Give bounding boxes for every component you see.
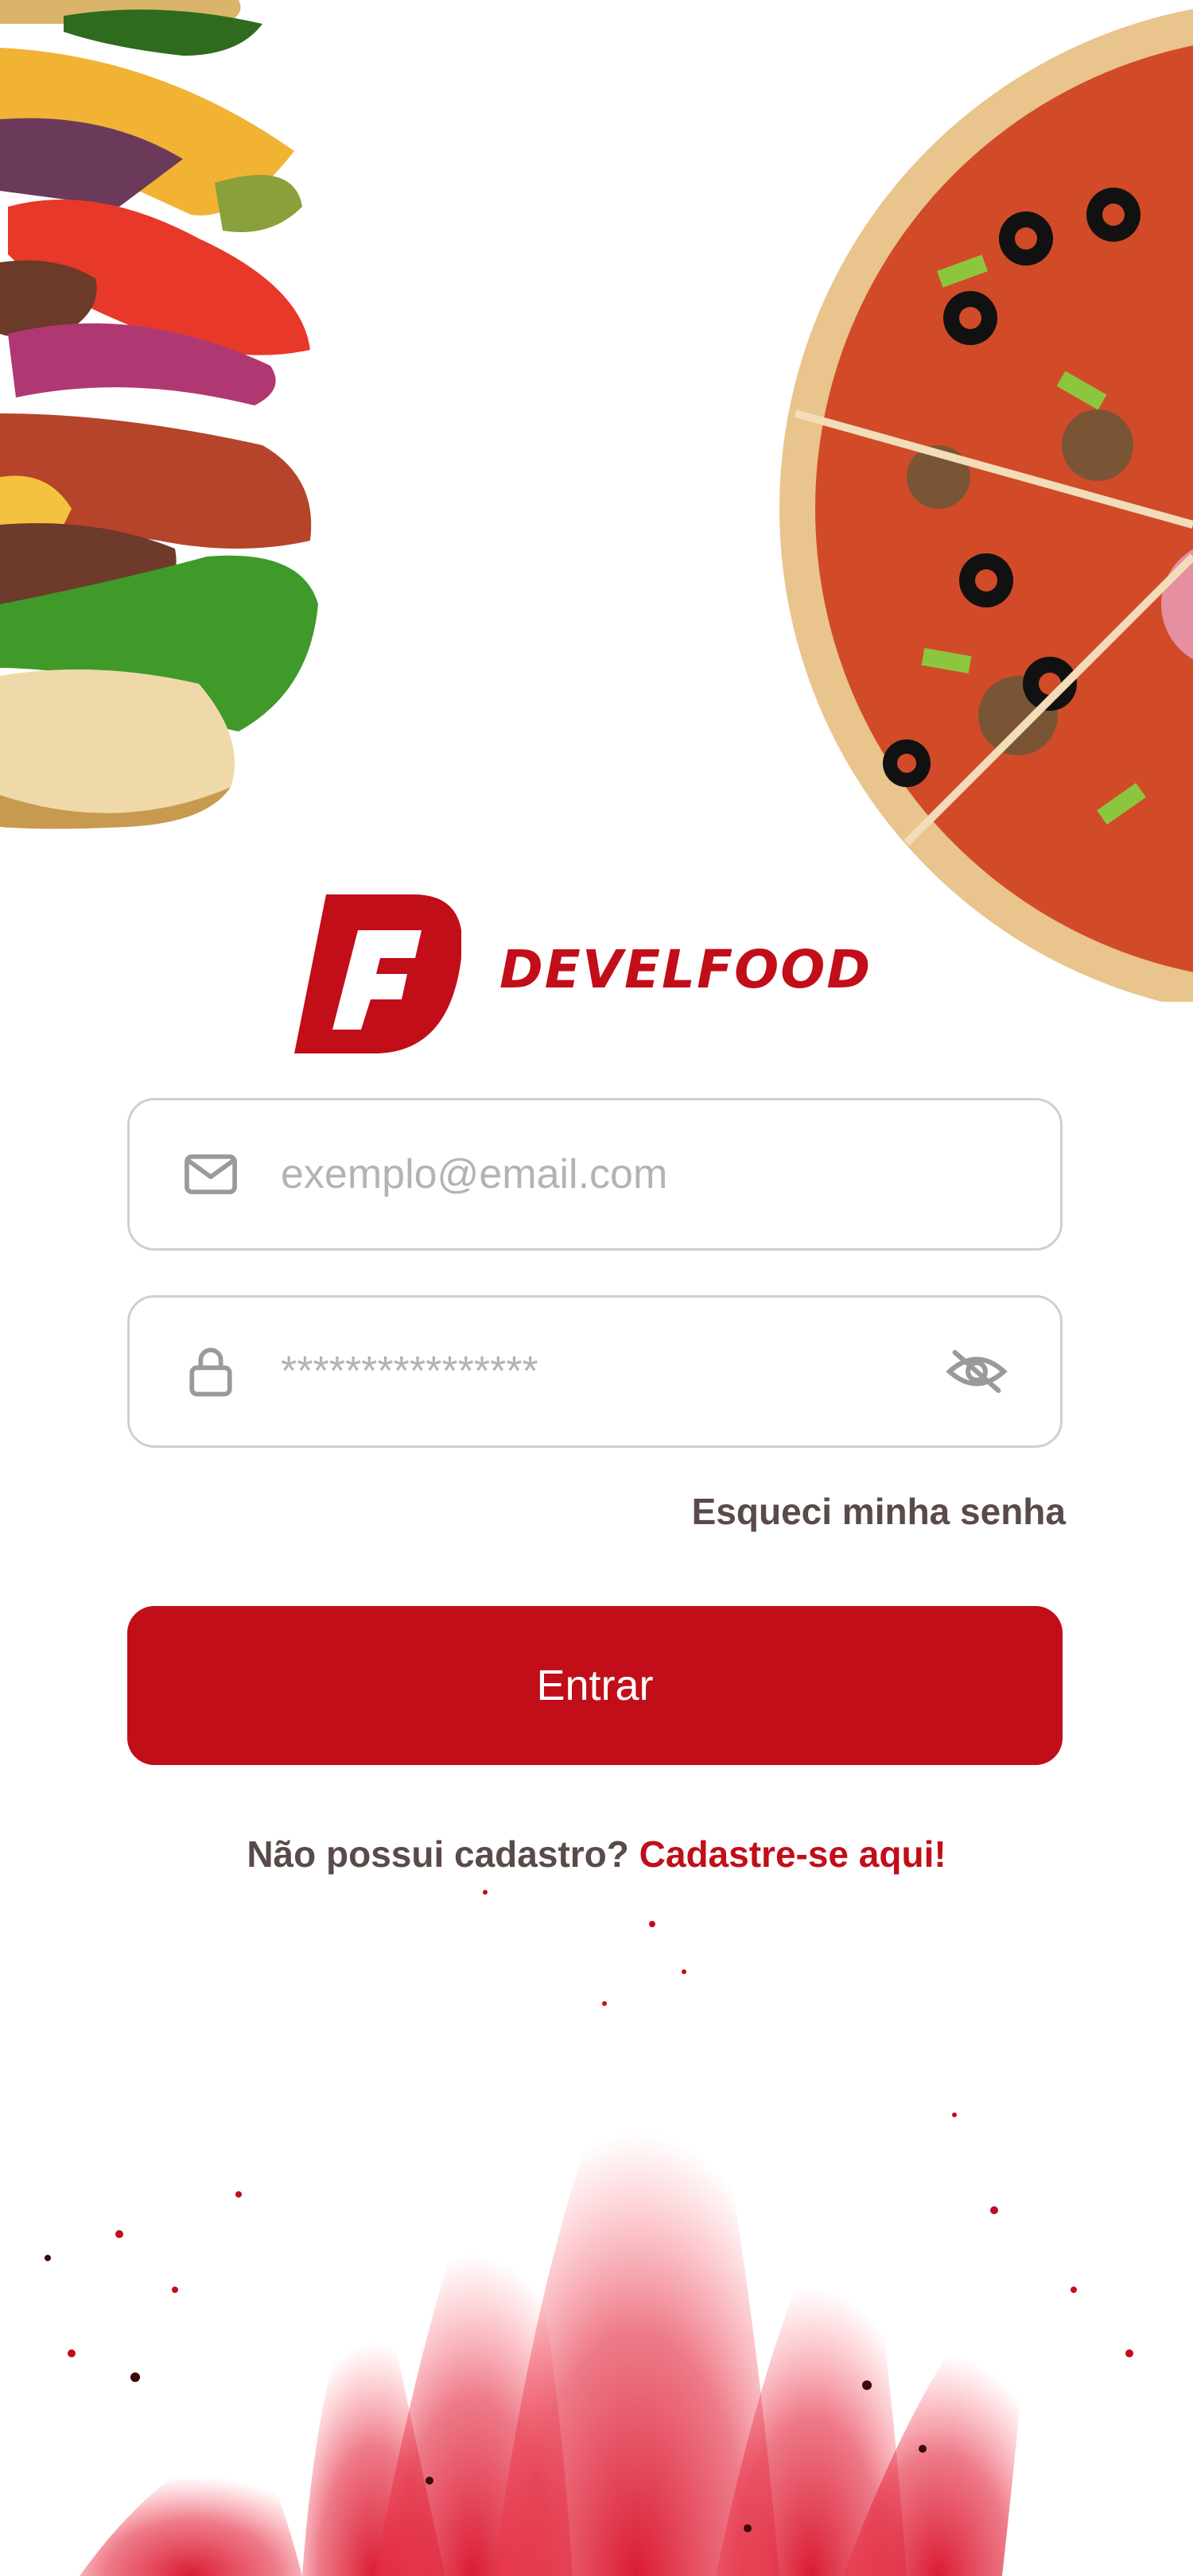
mail-icon [185, 1154, 237, 1195]
lock-icon [189, 1348, 232, 1397]
pizza-illustration [779, 9, 1193, 1002]
brand-logo: DEVELFOOD [294, 894, 870, 1057]
password-input[interactable] [281, 1336, 917, 1407]
red-powder-splash [45, 1890, 1133, 2576]
signup-prompt-text: Não possui cadastro? [247, 1833, 629, 1875]
burger-illustration [0, 0, 318, 829]
login-button[interactable]: Entrar [127, 1606, 1063, 1765]
logo-mark-icon [294, 894, 461, 1053]
forgot-password-link[interactable]: Esqueci minha senha [692, 1490, 1066, 1533]
email-input[interactable] [281, 1139, 917, 1210]
password-field[interactable] [127, 1295, 1063, 1448]
brand-name: DEVELFOOD [499, 939, 872, 1000]
signup-link[interactable]: Cadastre-se aqui! [639, 1833, 946, 1875]
signup-prompt: Não possui cadastro? Cadastre-se aqui! [0, 1833, 1193, 1876]
email-field[interactable] [127, 1098, 1063, 1251]
eye-off-icon[interactable] [944, 1339, 1009, 1404]
